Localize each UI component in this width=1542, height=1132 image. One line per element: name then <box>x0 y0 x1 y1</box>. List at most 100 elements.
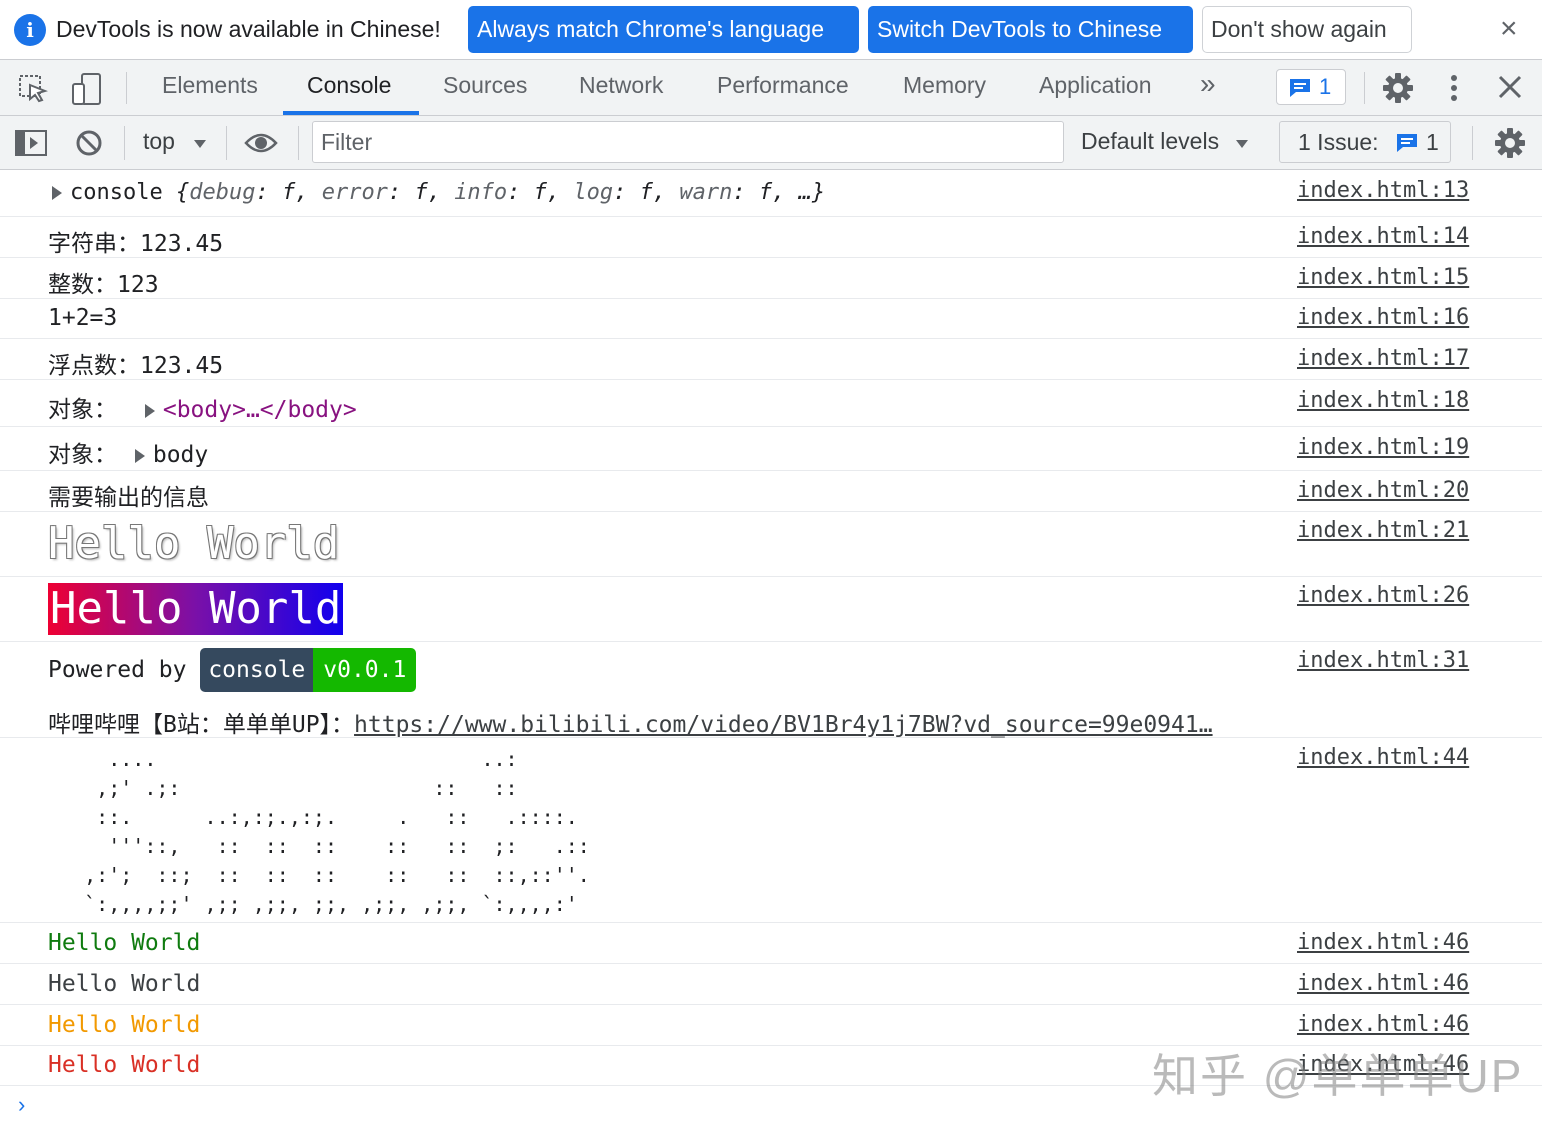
source-link[interactable]: index.html:14 <box>1297 224 1469 249</box>
console-message: 浮点数：123.45 index.html:17 <box>0 339 1542 380</box>
language-infobar: i DevTools is now available in Chinese! … <box>0 0 1542 60</box>
version-badge-right: v0.0.1 <box>313 648 417 692</box>
live-expression-eye-icon[interactable] <box>244 131 278 160</box>
message-label: 对象： body <box>48 442 209 468</box>
console-message: 对象： <body>…</body> index.html:18 <box>0 380 1542 427</box>
toolbar-divider <box>126 72 127 104</box>
console-object-preview[interactable]: console {debug: f, error: f, info: f, lo… <box>52 180 825 205</box>
source-link[interactable]: index.html:46 <box>1297 1012 1469 1037</box>
hello-world-orange: Hello World <box>48 1012 201 1038</box>
console-message: Hello World index.html:46 <box>0 923 1542 964</box>
bilibili-line: 哔哩哔哩【B站：单单单UP】：https://www.bilibili.com/… <box>48 712 1213 738</box>
message-icon <box>1397 134 1417 152</box>
tab-performance[interactable]: Performance <box>717 72 849 99</box>
tab-console[interactable]: Console <box>307 72 391 99</box>
info-icon: i <box>14 14 46 46</box>
issues-button[interactable]: 1 Issue: 1 <box>1279 121 1451 163</box>
infobar-message: DevTools is now available in Chinese! <box>56 16 441 42</box>
message-text: 整数：123 <box>48 272 159 298</box>
console-message: 哔哩哔哩【B站：单单单UP】：https://www.bilibili.com/… <box>0 698 1542 738</box>
messages-count: 1 <box>1319 74 1332 99</box>
context-selector[interactable]: top <box>143 128 207 155</box>
hello-world-green: Hello World <box>48 930 201 956</box>
zhihu-watermark: 知乎 @单单单UP <box>1152 1050 1524 1102</box>
console-settings-gear-icon[interactable] <box>1494 127 1526 164</box>
toolbar-divider <box>124 126 125 160</box>
sidebar-toggle-icon[interactable] <box>14 129 48 162</box>
powered-by-line: Powered by console v0.0.1 <box>48 648 417 692</box>
toolbar-divider <box>226 126 227 160</box>
console-message: 需要输出的信息 index.html:20 <box>0 471 1542 512</box>
console-message: 1+2=3 index.html:16 <box>0 299 1542 339</box>
switch-to-chinese-button[interactable]: Switch DevTools to Chinese <box>868 6 1193 53</box>
dropdown-arrow-icon <box>194 140 207 148</box>
source-link[interactable]: index.html:16 <box>1297 305 1469 330</box>
filter-input[interactable] <box>312 121 1064 163</box>
expand-triangle-icon[interactable] <box>134 448 145 463</box>
source-link[interactable]: index.html:18 <box>1297 388 1469 413</box>
toolbar-divider <box>1364 72 1365 104</box>
expand-triangle-icon[interactable] <box>52 186 62 200</box>
source-link[interactable]: index.html:21 <box>1297 518 1469 543</box>
message-text: 浮点数：123.45 <box>48 353 224 379</box>
tab-sources[interactable]: Sources <box>443 72 527 99</box>
console-message: 字符串：123.45 index.html:14 <box>0 217 1542 258</box>
toolbar-divider <box>1472 126 1473 160</box>
issues-count: 1 <box>1426 129 1439 155</box>
source-link[interactable]: index.html:15 <box>1297 265 1469 290</box>
more-tabs-icon[interactable]: » <box>1200 68 1216 100</box>
more-options-icon[interactable] <box>1444 74 1464 107</box>
context-label: top <box>143 128 175 154</box>
source-link[interactable]: index.html:46 <box>1297 971 1469 996</box>
tab-network[interactable]: Network <box>579 72 663 99</box>
hello-world-red: Hello World <box>48 1052 201 1078</box>
tab-application[interactable]: Application <box>1039 72 1152 99</box>
source-link[interactable]: index.html:26 <box>1297 583 1469 608</box>
object-preview[interactable]: body <box>153 442 208 468</box>
source-link[interactable]: index.html:46 <box>1297 930 1469 955</box>
devtools-tabbar: Elements Console Sources Network Perform… <box>0 60 1542 116</box>
message-icon <box>1290 79 1310 97</box>
close-infobar-icon[interactable]: × <box>1500 12 1518 46</box>
issues-label: 1 Issue: <box>1298 129 1379 155</box>
dropdown-arrow-icon <box>1236 140 1249 148</box>
inspect-element-icon[interactable] <box>18 74 49 109</box>
console-message: Hello World index.html:26 <box>0 577 1542 642</box>
styled-hello-world-gradient: Hello World <box>48 583 344 635</box>
tab-elements[interactable]: Elements <box>162 72 258 99</box>
source-link[interactable]: index.html:17 <box>1297 346 1469 371</box>
console-message: .... ..: ,;' .;: :: :: ::. ..:,:;.,:;. .… <box>0 738 1542 923</box>
log-levels-dropdown[interactable]: Default levels <box>1081 128 1249 155</box>
dont-show-again-button[interactable]: Don't show again <box>1202 6 1412 53</box>
console-message: Hello World index.html:46 <box>0 964 1542 1005</box>
source-link[interactable]: index.html:44 <box>1297 745 1469 770</box>
log-levels-label: Default levels <box>1081 128 1220 154</box>
tab-memory[interactable]: Memory <box>903 72 986 99</box>
source-link[interactable]: index.html:31 <box>1297 648 1469 673</box>
dom-node-preview[interactable]: <body>…</body> <box>163 397 357 423</box>
always-match-language-button[interactable]: Always match Chrome's language <box>468 6 859 53</box>
settings-gear-icon[interactable] <box>1382 72 1414 109</box>
console-message: Powered by console v0.0.1 index.html:31 <box>0 642 1542 698</box>
console-message: console {debug: f, error: f, info: f, lo… <box>0 170 1542 217</box>
message-text: 1+2=3 <box>48 305 118 331</box>
message-text: 字符串：123.45 <box>48 231 224 257</box>
ascii-art: .... ..: ,;' .;: :: :: ::. ..:,:;.,:;. .… <box>84 747 590 916</box>
bilibili-link[interactable]: https://www.bilibili.com/video/BV1Br4y1j… <box>354 712 1213 738</box>
message-label: 对象： <body>…</body> <box>48 397 357 423</box>
clear-console-icon[interactable] <box>74 128 104 163</box>
console-badge-left: console <box>200 648 314 692</box>
close-devtools-icon[interactable] <box>1497 74 1523 105</box>
messages-badge[interactable]: 1 <box>1276 69 1346 105</box>
source-link[interactable]: index.html:19 <box>1297 435 1469 460</box>
source-link[interactable]: index.html:20 <box>1297 478 1469 503</box>
device-toolbar-icon[interactable] <box>70 72 104 111</box>
console-message: Hello World index.html:21 <box>0 512 1542 577</box>
console-prompt-chevron-icon[interactable]: › <box>18 1092 25 1118</box>
expand-triangle-icon[interactable] <box>144 403 155 418</box>
toolbar-divider <box>298 126 299 160</box>
console-message: 整数：123 index.html:15 <box>0 258 1542 299</box>
source-link[interactable]: index.html:13 <box>1297 178 1469 203</box>
console-message: 对象： body index.html:19 <box>0 427 1542 471</box>
hello-world-gray: Hello World <box>48 971 201 997</box>
